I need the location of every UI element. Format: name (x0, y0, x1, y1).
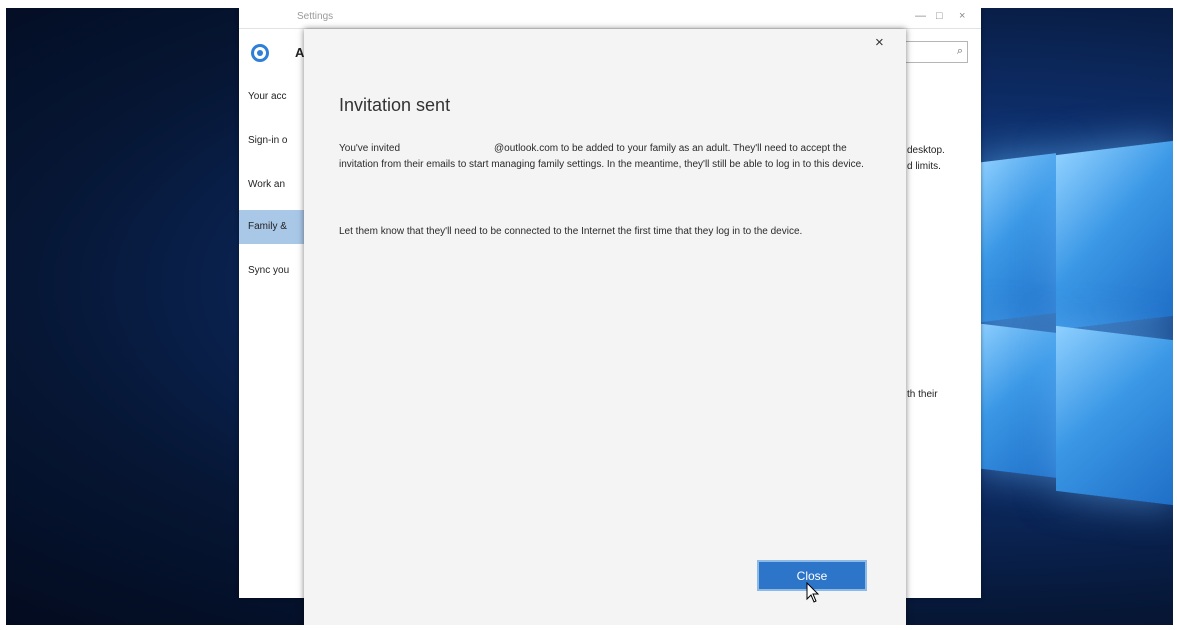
windows-logo-pane (1056, 140, 1173, 331)
invitation-message-prefix: You've invited (339, 143, 401, 154)
windows-logo-pane (976, 323, 1056, 478)
maximize-icon[interactable]: □ (936, 10, 943, 22)
search-icon[interactable]: ⌕ (957, 45, 963, 58)
settings-body-text: th their (907, 389, 938, 400)
dialog-title: Invitation sent (339, 95, 451, 115)
settings-body-text: desktop. (907, 145, 945, 156)
sidebar-item-sign-in-options[interactable]: Sign-in o (239, 124, 305, 158)
minimize-icon[interactable]: — (915, 10, 926, 22)
internet-note: Let them know that they'll need to be co… (339, 226, 803, 237)
invitation-message-suffix: @outlook.com to be added to your family … (339, 143, 864, 170)
sidebar-item-work-access[interactable]: Work an (239, 168, 305, 202)
settings-body-text: d limits. (907, 161, 941, 172)
search-input[interactable]: ⌕ (904, 41, 968, 63)
settings-titlebar: Settings — □ × (239, 8, 981, 29)
mouse-cursor-icon (806, 582, 820, 603)
invitation-message: You've invited @outlook.com to be added t… (339, 141, 884, 173)
window-close-icon[interactable]: × (959, 10, 965, 22)
windows-logo-pane (1056, 325, 1173, 506)
sidebar-item-family[interactable]: Family & (239, 210, 305, 244)
sidebar-item-your-account[interactable]: Your acc (239, 80, 305, 114)
sidebar-item-sync[interactable]: Sync you (239, 254, 305, 288)
close-icon[interactable]: × (875, 34, 884, 51)
desktop-background: Settings — □ × A ⌕ Your acc Sign-in o Wo… (6, 8, 1173, 625)
settings-heading: A (295, 45, 305, 60)
windows-logo-pane (976, 153, 1056, 323)
settings-window-title: Settings (297, 11, 334, 22)
gear-icon (251, 44, 269, 62)
invitation-dialog: × Invitation sent You've invited @outlook… (304, 29, 906, 625)
